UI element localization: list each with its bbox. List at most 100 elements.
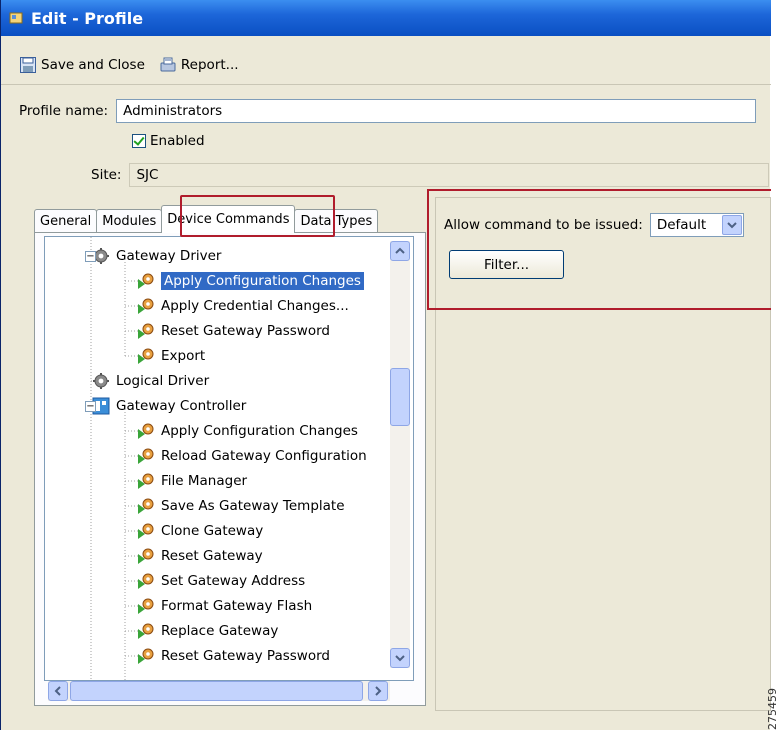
tree-item-gateway-driver[interactable]: Gateway Driver	[92, 244, 221, 268]
tree-item-label: Apply Credential Changes...	[161, 298, 349, 314]
tree-item-label: Export	[161, 348, 206, 364]
command-icon	[137, 572, 155, 590]
tree-item-format-gateway-flash[interactable]: Format Gateway Flash	[137, 594, 312, 618]
vertical-scroll-thumb[interactable]	[390, 368, 410, 426]
allow-command-row: Allow command to be issued: Default	[444, 213, 744, 237]
filter-button-label: Filter...	[483, 256, 530, 273]
tree-item-apply-configuration-changes[interactable]: Apply Configuration Changes	[137, 269, 364, 293]
scroll-up-button[interactable]	[390, 241, 410, 261]
enabled-checkbox[interactable]	[132, 134, 146, 148]
tree-item-replace-gateway[interactable]: Replace Gateway	[137, 619, 278, 643]
collapse-toggle-icon[interactable]: −	[85, 401, 96, 412]
tree-item-gateway-controller[interactable]: Gateway Controller	[92, 394, 246, 418]
command-icon	[137, 647, 155, 665]
tree-item-file-manager[interactable]: File Manager	[137, 469, 247, 493]
profile-icon	[9, 11, 23, 25]
tree-item-reset-gateway-password[interactable]: Reset Gateway Password	[137, 644, 330, 668]
command-icon	[137, 322, 155, 340]
toolbar-divider	[1, 84, 771, 85]
tree-item-apply-credential-changes[interactable]: Apply Credential Changes...	[137, 294, 349, 318]
tab-modules[interactable]: Modules	[96, 209, 163, 233]
tree-item-label: Set Gateway Address	[161, 573, 306, 589]
tree-item-label: Reset Gateway Password	[161, 323, 330, 339]
tree-item-reload-gateway-configuration[interactable]: Reload Gateway Configuration	[137, 444, 367, 468]
tree-item-export[interactable]: Export	[137, 344, 205, 368]
profile-name-input[interactable]: Administrators	[116, 99, 757, 123]
title-bar[interactable]: Edit - Profile	[1, 0, 771, 36]
collapse-toggle-icon[interactable]: −	[85, 251, 96, 262]
allow-command-select[interactable]: Default	[649, 213, 744, 237]
command-icon	[137, 297, 155, 315]
tree-item-label: Save As Gateway Template	[161, 498, 345, 514]
command-icon	[137, 547, 155, 565]
gear-icon	[92, 372, 110, 390]
tree-item-label: Format Gateway Flash	[161, 598, 313, 614]
allow-command-value: Default	[656, 217, 707, 233]
tree-item-reset-gateway-password[interactable]: Reset Gateway Password	[137, 319, 330, 343]
command-icon	[137, 597, 155, 615]
tree-item-reset-gateway[interactable]: Reset Gateway	[137, 544, 263, 568]
site-row: Site: SJC	[91, 163, 770, 187]
chevron-down-icon	[727, 222, 737, 229]
tree-item-label: Gateway Driver	[116, 248, 222, 264]
site-value: SJC	[136, 167, 159, 183]
tree-vertical-scrollbar[interactable]	[390, 241, 410, 668]
tree-item-label: Gateway Controller	[116, 398, 247, 414]
command-icon	[137, 497, 155, 515]
chevron-left-icon	[54, 686, 61, 696]
toolbar: Save and Close Report...	[1, 50, 771, 80]
tab-general-label: General	[40, 214, 92, 229]
filter-button[interactable]: Filter...	[449, 250, 564, 279]
scroll-right-button[interactable]	[368, 681, 388, 701]
tree-item-label: File Manager	[161, 473, 248, 489]
command-icon	[137, 472, 155, 490]
tree-item-label: Apply Configuration Changes	[161, 272, 364, 290]
tree-item-logical-driver[interactable]: Logical Driver	[92, 369, 209, 393]
save-icon	[19, 56, 37, 74]
device-commands-tree[interactable]: Gateway Driver − Apply Configuration Chang…	[44, 236, 414, 681]
profile-name-label: Profile name:	[19, 103, 109, 119]
tree-item-label: Clone Gateway	[161, 523, 264, 539]
enabled-label: Enabled	[150, 133, 205, 149]
edit-profile-window: Edit - Profile Save and Close Report... …	[0, 0, 771, 730]
dropdown-button[interactable]	[721, 215, 742, 235]
scroll-left-button[interactable]	[48, 681, 68, 701]
tree-item-label: Reset Gateway	[161, 548, 263, 564]
horizontal-scroll-thumb[interactable]	[70, 681, 363, 701]
site-label: Site:	[91, 167, 122, 183]
tab-modules-label: Modules	[102, 214, 157, 229]
tab-highlight-box	[180, 195, 335, 237]
command-icon	[137, 447, 155, 465]
report-button[interactable]: Report...	[159, 56, 239, 74]
enabled-checkbox-row[interactable]: Enabled	[132, 133, 205, 149]
tree-item-apply-configuration-changes[interactable]: Apply Configuration Changes	[137, 419, 358, 443]
command-icon	[137, 622, 155, 640]
window-title: Edit - Profile	[31, 8, 144, 28]
tree-item-label: Logical Driver	[116, 373, 210, 389]
report-icon	[159, 56, 177, 74]
save-and-close-label: Save and Close	[41, 57, 145, 73]
command-icon	[137, 272, 155, 290]
site-field: SJC	[129, 163, 770, 187]
tree-item-label: Reset Gateway Password	[161, 648, 330, 664]
save-and-close-button[interactable]: Save and Close	[19, 56, 145, 74]
chevron-right-icon	[375, 686, 382, 696]
allow-command-label: Allow command to be issued:	[444, 217, 643, 233]
tree-item-label: Replace Gateway	[161, 623, 279, 639]
tree-item-label: Reload Gateway Configuration	[161, 448, 367, 464]
tree-item-set-gateway-address[interactable]: Set Gateway Address	[137, 569, 305, 593]
tree-horizontal-scrollbar[interactable]	[48, 681, 390, 701]
chevron-up-icon	[395, 247, 405, 254]
tree-item-clone-gateway[interactable]: Clone Gateway	[137, 519, 263, 543]
profile-name-row: Profile name: Administrators	[19, 99, 757, 123]
tree-item-label: Apply Configuration Changes	[161, 423, 358, 439]
command-icon	[137, 422, 155, 440]
tree-item-save-as-gateway-template[interactable]: Save As Gateway Template	[137, 494, 345, 518]
scroll-down-button[interactable]	[390, 648, 410, 668]
chevron-down-icon	[395, 655, 405, 662]
report-label: Report...	[180, 57, 239, 73]
tab-general[interactable]: General	[34, 209, 98, 233]
command-icon	[137, 347, 155, 365]
profile-name-value: Administrators	[123, 103, 223, 119]
figure-id: 275459	[766, 688, 779, 730]
